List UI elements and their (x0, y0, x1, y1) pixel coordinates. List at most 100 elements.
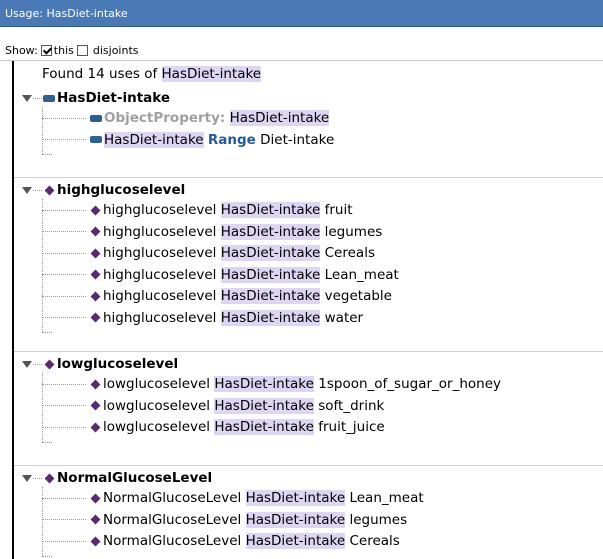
individual-icon (90, 312, 101, 323)
object-individual: legumes (349, 511, 408, 528)
axiom-keyword: Range (207, 131, 256, 148)
tree-connector (33, 363, 42, 365)
tree-connector (42, 317, 86, 318)
property-name: HasDiet-intake (220, 288, 321, 304)
object-individual: legumes (324, 223, 383, 240)
property-name: HasDiet-intake (220, 223, 321, 240)
this-label: this (53, 43, 74, 57)
object-individual: 1spoon_of_sugar_or_honey (318, 376, 501, 392)
subject-individual: highglucoselevel (103, 288, 217, 304)
object-individual: Cereals (349, 533, 400, 549)
object-individual: Lean_meat (324, 266, 399, 283)
tree-connector (42, 199, 43, 332)
expand-twisty-icon[interactable] (22, 474, 32, 482)
usage-item[interactable]: HasDiet-intake Range Diet-intake (42, 131, 335, 149)
expand-twisty-icon[interactable] (22, 360, 32, 368)
usage-item[interactable]: highglucoselevel HasDiet-intake Lean_mea… (42, 266, 399, 284)
usage-panel: Found 14 uses of HasDiet-intake HasDiet-… (0, 61, 603, 559)
range-class: Diet-intake (260, 131, 335, 148)
tree-connector (42, 519, 86, 520)
usage-tree: Found 14 uses of HasDiet-intake HasDiet-… (14, 61, 603, 559)
tree-connector (42, 383, 86, 385)
usage-item[interactable]: ObjectProperty: HasDiet-intake (42, 109, 330, 127)
subject-individual: highglucoselevel (103, 309, 217, 326)
section-separator (14, 351, 603, 352)
this-checkbox[interactable] (40, 44, 52, 56)
subject-individual: NormalGlucoseLevel (103, 490, 242, 506)
tree-connector (42, 555, 52, 557)
individual-icon (90, 400, 101, 411)
object-individual: soft_drink (318, 397, 385, 414)
section-title: lowglucoselevel (57, 356, 179, 372)
subject-individual: highglucoselevel (103, 223, 217, 240)
tree-connector (42, 252, 86, 254)
section-header[interactable]: HasDiet-intake (14, 89, 170, 107)
property-name: HasDiet-intake (214, 419, 314, 435)
usage-item[interactable]: highglucoselevel HasDiet-intake Cereals (42, 244, 375, 262)
tree-connector (42, 497, 86, 499)
individual-icon (90, 269, 101, 280)
object-property-icon (43, 94, 55, 102)
tree-connector (42, 154, 52, 155)
object-individual: Cereals (324, 245, 375, 261)
tree-connector (42, 209, 86, 211)
section-header[interactable]: NormalGlucoseLevel (14, 469, 212, 487)
individual-icon (90, 205, 101, 215)
tree-connector (42, 405, 86, 406)
object-individual: fruit (324, 202, 353, 218)
property-name: HasDiet-intake (245, 490, 346, 506)
found-summary: Found 14 uses of HasDiet-intake (42, 66, 262, 82)
tree-connector (42, 332, 52, 333)
property-name: HasDiet-intake (245, 511, 346, 528)
tree-connector (42, 540, 86, 542)
usage-item[interactable]: highglucoselevel HasDiet-intake vegetabl… (42, 287, 392, 305)
property-name: HasDiet-intake (245, 533, 346, 549)
property-name: HasDiet-intake (220, 266, 321, 283)
subject-individual: NormalGlucoseLevel (103, 511, 242, 528)
usage-item[interactable]: lowglucoselevel HasDiet-intake fruit_jui… (42, 418, 385, 436)
tree-connector (33, 189, 42, 191)
tree-connector (33, 477, 42, 479)
tree-connector (42, 107, 43, 154)
individual-icon (90, 248, 101, 258)
tree-connector (42, 139, 86, 140)
found-prefix: Found 14 uses of (42, 66, 158, 82)
object-property-icon (90, 136, 102, 143)
object-individual: fruit_juice (318, 419, 385, 435)
usage-item[interactable]: highglucoselevel HasDiet-intake legumes (42, 223, 383, 241)
section-header[interactable]: highglucoselevel (14, 181, 185, 199)
tree-connector (42, 426, 86, 428)
usage-toolbar: Show: this disjoints (0, 27, 603, 61)
property-name: HasDiet-intake (214, 397, 314, 414)
usage-item[interactable]: NormalGlucoseLevel HasDiet-intake Cereal… (42, 532, 400, 550)
section-header[interactable]: lowglucoselevel (14, 355, 178, 373)
section-title: highglucoselevel (57, 182, 186, 198)
expand-twisty-icon[interactable] (22, 94, 32, 102)
usage-item[interactable]: highglucoselevel HasDiet-intake water (42, 309, 364, 327)
object-individual: water (324, 309, 364, 326)
usage-item[interactable]: NormalGlucoseLevel HasDiet-intake Lean_m… (42, 489, 424, 507)
property-name: HasDiet-intake (229, 110, 330, 126)
usage-item[interactable]: lowglucoselevel HasDiet-intake soft_drin… (42, 397, 385, 415)
panel-left-border (0, 61, 14, 559)
tree-connector (42, 231, 86, 232)
usage-item[interactable]: lowglucoselevel HasDiet-intake 1spoon_of… (42, 375, 501, 393)
view-title-bar: Usage: HasDiet-intake (0, 0, 603, 27)
individual-icon (90, 514, 101, 525)
property-name: HasDiet-intake (104, 131, 204, 148)
tree-connector (42, 441, 52, 443)
usage-item[interactable]: highglucoselevel HasDiet-intake fruit (42, 201, 353, 219)
subject-individual: NormalGlucoseLevel (103, 533, 242, 549)
tree-connector (33, 97, 42, 99)
show-label: Show: (5, 43, 38, 57)
section-title: NormalGlucoseLevel (57, 470, 213, 486)
individual-icon (90, 536, 101, 546)
disjoints-checkbox[interactable] (76, 44, 88, 56)
object-individual: vegetable (324, 288, 392, 304)
individual-icon (44, 185, 55, 195)
usage-item[interactable]: NormalGlucoseLevel HasDiet-intake legume… (42, 511, 408, 529)
expand-twisty-icon[interactable] (22, 186, 32, 194)
individual-icon (90, 493, 101, 503)
found-term: HasDiet-intake (161, 66, 262, 82)
individual-icon (90, 226, 101, 237)
